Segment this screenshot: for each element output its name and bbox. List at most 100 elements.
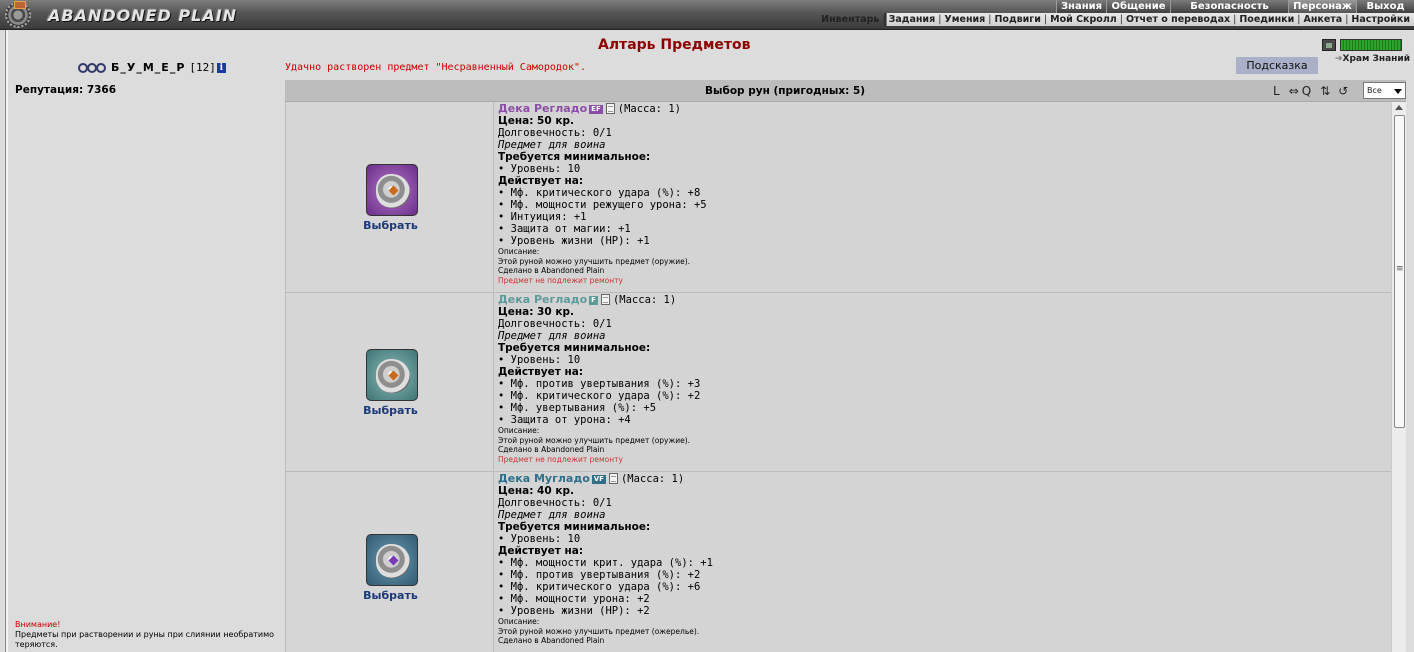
rune-req-title: Требуется минимальное: <box>498 521 651 533</box>
rune-info: Дека Мугладо VF (Масса: 1) Цена: 40 кр. До… <box>494 472 1391 652</box>
rune-info: Дека Регладо F (Масса: 1) Цена: 30 кр. Дол… <box>494 293 1391 471</box>
submenu-profile[interactable]: Анкета <box>1300 14 1345 25</box>
sub-menu: Инвентарь | Задания | Умения | Подвиги | Мой… <box>821 13 1414 26</box>
user-info: Б_У_М_Е_Р [12] i <box>76 61 226 74</box>
rune-panel-title: Выбор рун (пригодных: 5) <box>705 85 866 97</box>
main-menu: Знания Общение Безопасность Персонаж Вых… <box>1056 0 1414 13</box>
rune-effect: • Интуиция: +1 <box>498 211 587 223</box>
rune-filter-value: Все <box>1367 86 1382 95</box>
rune-list: Выбрать Дека Регладо EF (Масса: 1) Цена: 5… <box>285 102 1391 652</box>
sort-icon[interactable]: ⇅ <box>1320 84 1330 98</box>
rune-icon[interactable] <box>366 534 418 586</box>
rune-panel-header: Выбор рун (пригодных: 5) L ⇔ Q ⇅ ↺ Все <box>285 80 1406 102</box>
submenu-quests[interactable]: Задания <box>886 14 939 25</box>
resize-icon[interactable]: ⇔ <box>1289 84 1299 98</box>
rune-mass: (Масса: 1) <box>617 103 681 115</box>
select-rune-button[interactable]: Выбрать <box>286 404 495 417</box>
rune-desc: Этой руной можно улучшить предмет (оружи… <box>498 256 691 266</box>
rune-row: Выбрать Дека Регладо EF (Масса: 1) Цена: 5… <box>285 102 1391 293</box>
user-info-icon[interactable]: i <box>216 62 226 73</box>
logo-emblem-icon <box>2 1 44 29</box>
rune-repair: Предмет не подлежит ремонту <box>498 454 623 464</box>
clan-emblem-icon[interactable] <box>76 62 110 74</box>
document-icon[interactable] <box>600 294 610 305</box>
rune-effect: • Защита от урона: +4 <box>498 414 631 426</box>
refresh-icon[interactable]: ↺ <box>1338 84 1348 98</box>
rune-desc-title: Описание: <box>498 617 540 626</box>
temple-label: Храм Знаний <box>1342 54 1411 64</box>
submenu-transfer-report[interactable]: Отчет о переводах <box>1123 14 1233 25</box>
rune-grade-badge: VF <box>591 475 606 484</box>
rune-grade-badge: EF <box>589 105 603 114</box>
rune-grade-badge: F <box>589 296 598 305</box>
rune-type: Предмет для воина <box>498 139 606 151</box>
warning-text: Предметы при растворении и руны при слия… <box>15 630 275 649</box>
menu-exit[interactable]: Выход <box>1356 0 1414 13</box>
rune-mass: (Масса: 1) <box>620 473 685 485</box>
search-icon[interactable]: Q <box>1302 84 1311 98</box>
document-icon[interactable] <box>605 103 615 114</box>
submenu-settings[interactable]: Настройки <box>1348 14 1413 25</box>
rune-desc: Этой руной можно улучшить предмет (оружи… <box>498 435 691 445</box>
rune-effect: • Мф. против увертывания (%): +2 <box>498 569 701 581</box>
rune-effect: • Мф. против увертывания (%): +3 <box>498 378 701 390</box>
rune-repair: Предмет не подлежит ремонту <box>498 275 623 285</box>
submenu-skills[interactable]: Умения <box>941 14 988 25</box>
menu-communication[interactable]: Общение <box>1106 0 1170 13</box>
submenu-inventory[interactable]: Инвентарь <box>818 14 882 25</box>
rune-list-scrollbar[interactable] <box>1391 102 1406 652</box>
rune-icon[interactable] <box>366 349 418 401</box>
logo-text: ABANDONED PLAIN <box>48 5 238 25</box>
rune-image-cell: Выбрать <box>285 102 494 292</box>
scroll-up-icon[interactable] <box>1395 105 1403 110</box>
rune-made: Сделано в Abandoned Plain <box>498 266 605 275</box>
warning-title: Внимание! <box>15 620 61 629</box>
rune-made: Сделано в Abandoned Plain <box>498 445 605 454</box>
rune-icon[interactable] <box>366 164 418 216</box>
rune-price: Цена: 30 кр. <box>498 306 574 318</box>
rune-effect: • Уровень жизни (HP): +2 <box>498 605 650 617</box>
submenu-achievements[interactable]: Подвиги <box>991 14 1043 25</box>
menu-character[interactable]: Персонаж <box>1288 0 1356 13</box>
rune-req-title: Требуется минимальное: <box>498 342 651 354</box>
rune-name[interactable]: Дека Регладо <box>498 102 587 115</box>
rune-effects-title: Действует на: <box>498 545 584 557</box>
rune-desc-title: Описание: <box>498 426 540 435</box>
rune-price: Цена: 40 кр. <box>498 485 574 497</box>
rune-effect: • Мф. критического удара (%): +2 <box>498 390 701 402</box>
select-rune-button[interactable]: Выбрать <box>286 589 495 602</box>
rune-name[interactable]: Дека Регладо <box>498 293 587 306</box>
left-frame-border <box>0 30 8 652</box>
rune-row: Выбрать Дека Регладо F (Масса: 1) Цена: 30… <box>285 293 1391 472</box>
submenu-my-scroll[interactable]: Мой Скролл <box>1047 14 1120 25</box>
rune-toolbar: L ⇔ Q ⇅ ↺ <box>1273 82 1357 100</box>
rune-effects-title: Действует на: <box>498 175 584 187</box>
filter-level-icon[interactable]: L <box>1273 84 1280 98</box>
menu-knowledge[interactable]: Знания <box>1056 0 1106 13</box>
rune-price: Цена: 50 кр. <box>498 115 574 127</box>
rune-image-cell: Выбрать <box>285 472 494 652</box>
hint-button[interactable]: Подсказка <box>1236 57 1318 74</box>
temple-icon[interactable] <box>1322 39 1336 51</box>
arrow-right-icon: ➔ <box>1335 54 1343 64</box>
user-name: Б_У_М_Е_Р <box>111 61 186 74</box>
rune-filter-select[interactable]: Все <box>1363 82 1406 99</box>
select-rune-button[interactable]: Выбрать <box>286 219 495 232</box>
game-logo[interactable]: ABANDONED PLAIN <box>2 1 237 29</box>
temple-link[interactable]: ➔Храм Знаний <box>1335 54 1410 64</box>
rune-effect: • Мф. мощности крит. удара (%): +1 <box>498 557 713 569</box>
submenu-duels[interactable]: Поединки <box>1236 14 1297 25</box>
rune-req: • Уровень: 10 <box>498 354 581 366</box>
temple-progress-bar <box>1340 39 1402 51</box>
rune-mass: (Масса: 1) <box>612 294 677 306</box>
warning-note: Внимание! Предметы при растворении и рун… <box>15 620 283 650</box>
rune-durability: Долговечность: 0/1 <box>498 497 612 509</box>
document-icon[interactable] <box>608 473 618 484</box>
rune-effects-title: Действует на: <box>498 366 584 378</box>
scroll-thumb[interactable] <box>1394 115 1405 428</box>
rune-req-title: Требуется минимальное: <box>498 151 651 163</box>
rune-name[interactable]: Дека Мугладо <box>498 472 590 485</box>
user-level: [12] <box>189 61 216 74</box>
page-title: Алтарь Предметов <box>598 37 751 53</box>
menu-security[interactable]: Безопасность <box>1170 0 1288 13</box>
